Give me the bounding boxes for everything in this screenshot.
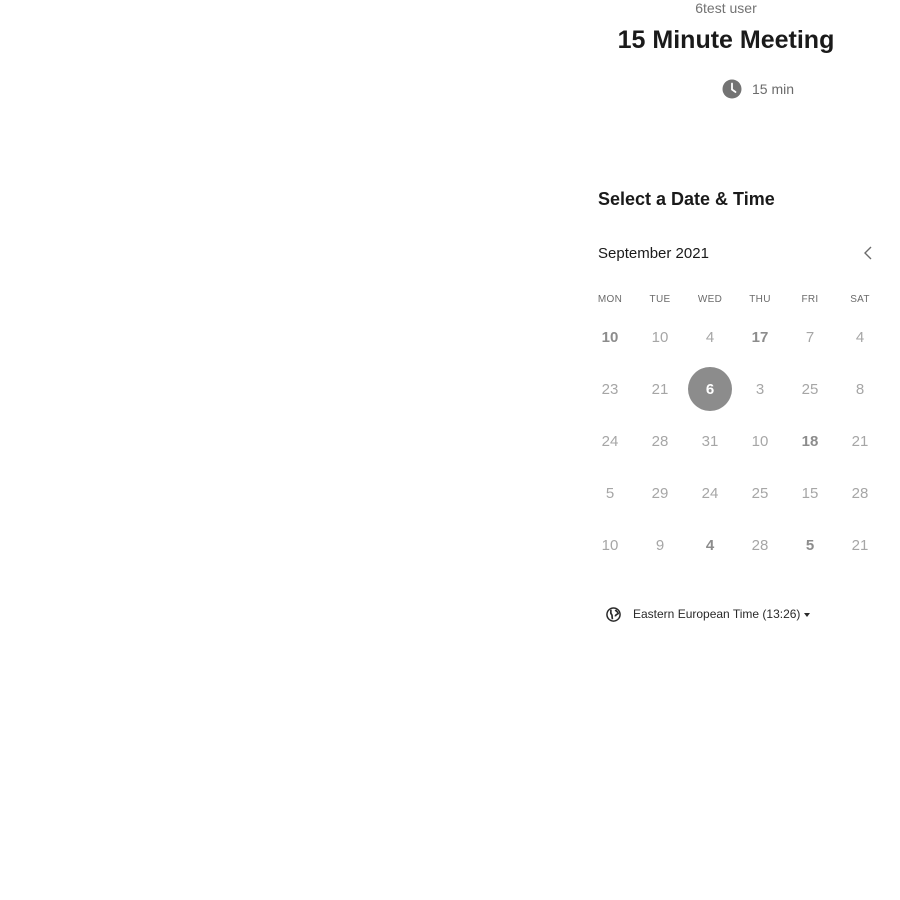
event-title: 15 Minute Meeting <box>617 26 835 54</box>
unavailable-day: 5 <box>605 484 615 502</box>
calendar-cell: 28 <box>635 415 685 467</box>
calendar-cell: 9 <box>635 519 685 571</box>
calendar-cell: 10 <box>735 415 785 467</box>
calendar-cell: 23 <box>585 363 635 415</box>
calendar-cell: 4 <box>685 311 735 363</box>
available-day-button[interactable]: 18 <box>788 419 832 463</box>
unavailable-day: 24 <box>701 484 719 502</box>
unavailable-day: 23 <box>601 380 619 398</box>
calendar-cell: 5 <box>785 519 835 571</box>
calendar-cell: 28 <box>835 467 885 519</box>
calendar-cell: 8 <box>835 363 885 415</box>
weekday-label: TUE <box>649 294 671 305</box>
section-heading: Select a Date & Time <box>598 189 775 209</box>
weekday-label: MON <box>597 294 623 305</box>
month-label: September 2021 <box>598 244 709 262</box>
available-day-button[interactable]: 10 <box>588 315 632 359</box>
available-day-button[interactable]: 5 <box>788 523 832 567</box>
unavailable-day: 10 <box>601 536 619 554</box>
available-day-button[interactable]: 17 <box>738 315 782 359</box>
unavailable-day: 10 <box>651 328 669 346</box>
previous-month-button[interactable] <box>858 243 878 263</box>
timezone-selector[interactable]: Eastern European Time (13:26) <box>606 604 811 624</box>
globe-icon <box>606 606 621 622</box>
clock-icon <box>722 79 742 99</box>
unavailable-day: 28 <box>751 536 769 554</box>
weekday-label: WED <box>697 294 723 305</box>
unavailable-day: 9 <box>655 536 665 554</box>
calendar-cell: 21 <box>635 363 685 415</box>
weekday-label: SAT <box>850 294 870 305</box>
unavailable-day: 21 <box>851 432 869 450</box>
timezone-label: Eastern European Time (13:26) <box>633 607 801 621</box>
unavailable-day: 29 <box>651 484 669 502</box>
calendar-cell: 29 <box>635 467 685 519</box>
calendar-cell: 24 <box>685 467 735 519</box>
unavailable-day: 4 <box>855 328 865 346</box>
unavailable-day: 3 <box>755 380 765 398</box>
calendar-cell: 4 <box>685 519 735 571</box>
unavailable-day: 25 <box>801 380 819 398</box>
calendar-cell: 25 <box>735 467 785 519</box>
selected-day-button[interactable]: 6 <box>688 367 732 411</box>
calendar-cell: 10 <box>635 311 685 363</box>
calendar-cell: 5 <box>585 467 635 519</box>
calendar-cell: 10 <box>585 311 635 363</box>
unavailable-day: 31 <box>701 432 719 450</box>
calendar-cell: 21 <box>835 519 885 571</box>
calendar-cell: 28 <box>735 519 785 571</box>
weekday-label: FRI <box>801 294 819 305</box>
unavailable-day: 21 <box>851 536 869 554</box>
duration-text: 15 min <box>752 81 795 97</box>
available-day-button[interactable]: 4 <box>688 523 732 567</box>
calendar-grid: 10 10 4 17 7 4 23 21 6 3 25 8 24 28 31 10 18 21 5 29 24 25 15 2… <box>585 311 885 571</box>
weekday-header: MON TUE WED THU FRI SAT <box>585 293 885 307</box>
chevron-left-icon <box>864 246 872 260</box>
month-navigation: September 2021 <box>598 243 878 263</box>
calendar-cell: 21 <box>835 415 885 467</box>
unavailable-day: 21 <box>651 380 669 398</box>
unavailable-day: 8 <box>855 380 865 398</box>
unavailable-day: 28 <box>851 484 869 502</box>
calendar-cell: 24 <box>585 415 635 467</box>
calendar-cell: 31 <box>685 415 735 467</box>
unavailable-day: 24 <box>601 432 619 450</box>
host-name: 6test user <box>695 0 757 16</box>
weekday-label: THU <box>749 294 771 305</box>
calendar-cell: 15 <box>785 467 835 519</box>
calendar-cell: 3 <box>735 363 785 415</box>
unavailable-day: 28 <box>651 432 669 450</box>
calendar-cell: 10 <box>585 519 635 571</box>
calendar-cell: 7 <box>785 311 835 363</box>
calendar-cell: 18 <box>785 415 835 467</box>
calendar-cell: 17 <box>735 311 785 363</box>
caret-down-icon <box>804 612 811 617</box>
calendar-cell: 4 <box>835 311 885 363</box>
unavailable-day: 7 <box>805 328 815 346</box>
event-duration: 15 min <box>722 78 794 100</box>
unavailable-day: 4 <box>705 328 715 346</box>
scheduling-panel: 6test user 15 Minute Meeting 15 min Sele… <box>598 0 888 900</box>
calendar-cell: 6 <box>685 363 735 415</box>
unavailable-day: 15 <box>801 484 819 502</box>
unavailable-day: 25 <box>751 484 769 502</box>
calendar-cell: 25 <box>785 363 835 415</box>
unavailable-day: 10 <box>751 432 769 450</box>
